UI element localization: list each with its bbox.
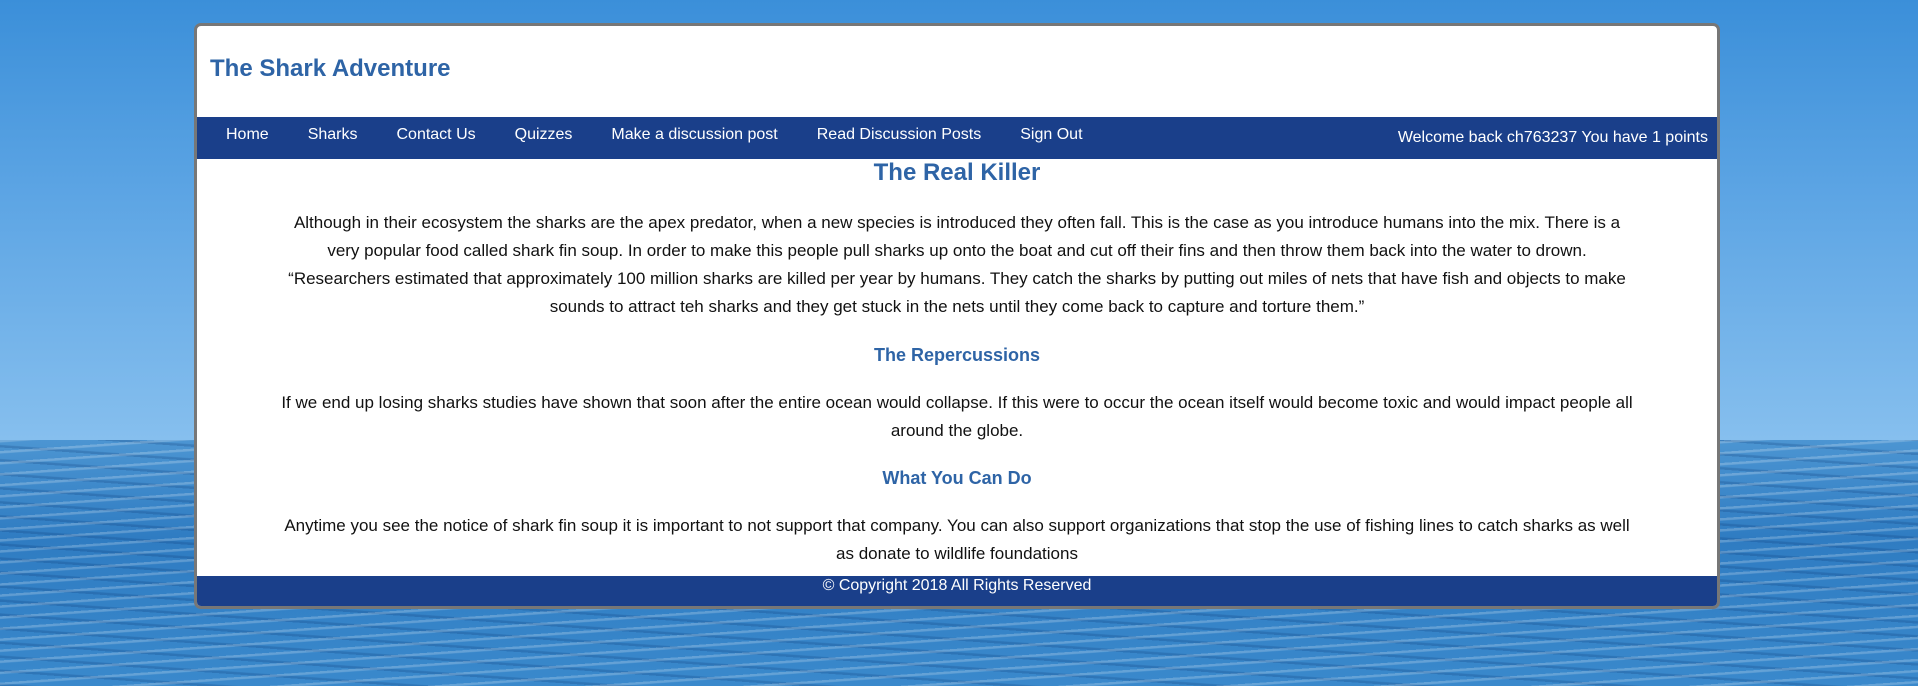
nav-make-discussion-post-link[interactable]: Make a discussion post (598, 114, 790, 156)
nav-read-discussion-posts-link[interactable]: Read Discussion Posts (804, 114, 995, 156)
main-navbar: Home Sharks Contact Us Quizzes Make a di… (197, 117, 1717, 159)
page-container: The Shark Adventure Home Sharks Contact … (194, 23, 1720, 609)
repercussions-heading: The Repercussions (873, 345, 1041, 365)
nav-list: Home Sharks Contact Us Quizzes Make a di… (197, 117, 1109, 159)
site-header: The Shark Adventure (197, 26, 1717, 117)
site-title: The Shark Adventure (210, 55, 451, 82)
nav-quizzes-link[interactable]: Quizzes (502, 114, 586, 156)
nav-sign-out-link[interactable]: Sign Out (1007, 114, 1095, 156)
nav-sharks-link[interactable]: Sharks (295, 114, 371, 156)
repercussions-paragraph: If we end up losing sharks studies have … (281, 393, 1633, 440)
intro-paragraph: Although in their ecosystem the sharks a… (288, 213, 1626, 316)
nav-home-link[interactable]: Home (213, 114, 282, 156)
nav-contact-us-link[interactable]: Contact Us (383, 114, 488, 156)
welcome-message: Welcome back ch763237 You have 1 points (1397, 129, 1708, 146)
what-you-can-do-paragraph: Anytime you see the notice of shark fin … (284, 516, 1630, 563)
site-footer: © Copyright 2018 All Rights Reserved (197, 576, 1717, 606)
article-content: The Real Killer Although in their ecosys… (197, 159, 1717, 568)
copyright-text: © Copyright 2018 All Rights Reserved (822, 577, 1092, 594)
article-title: The Real Killer (873, 159, 1041, 186)
what-you-can-do-heading: What You Can Do (882, 468, 1032, 488)
